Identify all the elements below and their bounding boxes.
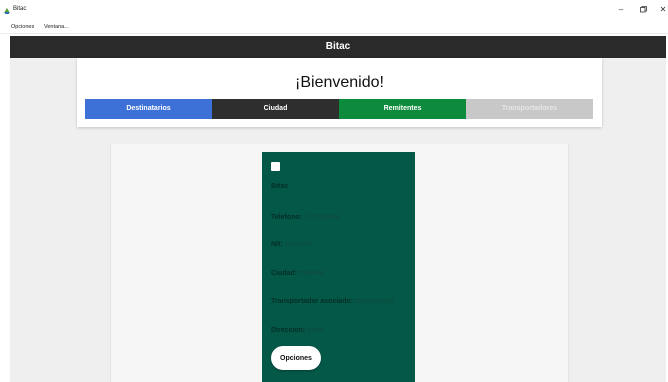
window-title: Bitac [13,6,27,12]
direccion-label: Direccion: [271,327,306,334]
telefono-value: 310265489 [303,214,339,221]
transportador-value: servientrega [355,298,394,305]
nav-destinatarios-button[interactable]: Destinatarios [85,99,212,119]
nav-bar: Destinatarios Ciudad Remitentes Transpor… [85,99,593,119]
restore-icon [639,6,647,13]
nav-remitentes-button[interactable]: Remitentes [339,99,466,119]
welcome-panel: ¡Bienvenido! Destinatarios Ciudad Remite… [77,58,602,127]
app-header: Bitac [10,36,666,58]
transportador-label: Transportador asociado: [271,298,354,305]
direccion-value: #### [307,327,323,334]
window-titlebar: Bitac – ✕ [0,0,668,20]
nav-transportadores-button[interactable]: Transportadores [466,99,593,119]
menu-opciones[interactable]: Opciones [11,24,34,30]
menubar: Opciones Ventana... [0,20,668,34]
maximize-button[interactable] [636,5,650,15]
ciudad-value: medellin [299,270,326,277]
card-transportador: Transportador asociado: servientrega [271,298,394,305]
app-header-title: Bitac [325,41,351,52]
card-ciudad: Ciudad: medellin [271,270,325,277]
select-checkbox[interactable] [271,162,280,171]
ciudad-label: Ciudad: [271,270,298,277]
card-direccion: Direccion: #### [271,327,323,334]
card-opciones-button[interactable]: Opciones [271,346,321,370]
app-icon [3,7,11,15]
nit-label: Nit: [271,241,283,248]
remitente-card: Bitac Telefono: 310265489 Nit: 1044050 C… [262,152,415,382]
telefono-label: Telefono: [271,214,302,221]
card-name: Bitac [271,183,289,190]
close-button[interactable]: ✕ [656,5,668,15]
welcome-title: ¡Bienvenido! [295,74,384,91]
card-telefono: Telefono: 310265489 [271,214,339,221]
card-nit: Nit: 1044050 [271,241,312,248]
nav-ciudad-button[interactable]: Ciudad [212,99,339,119]
nit-value: 1044050 [284,241,312,248]
minimize-button[interactable]: – [614,5,628,15]
app-content: Bitac ¡Bienvenido! Destinatarios Ciudad … [10,36,666,382]
menu-ventana[interactable]: Ventana... [44,24,69,30]
